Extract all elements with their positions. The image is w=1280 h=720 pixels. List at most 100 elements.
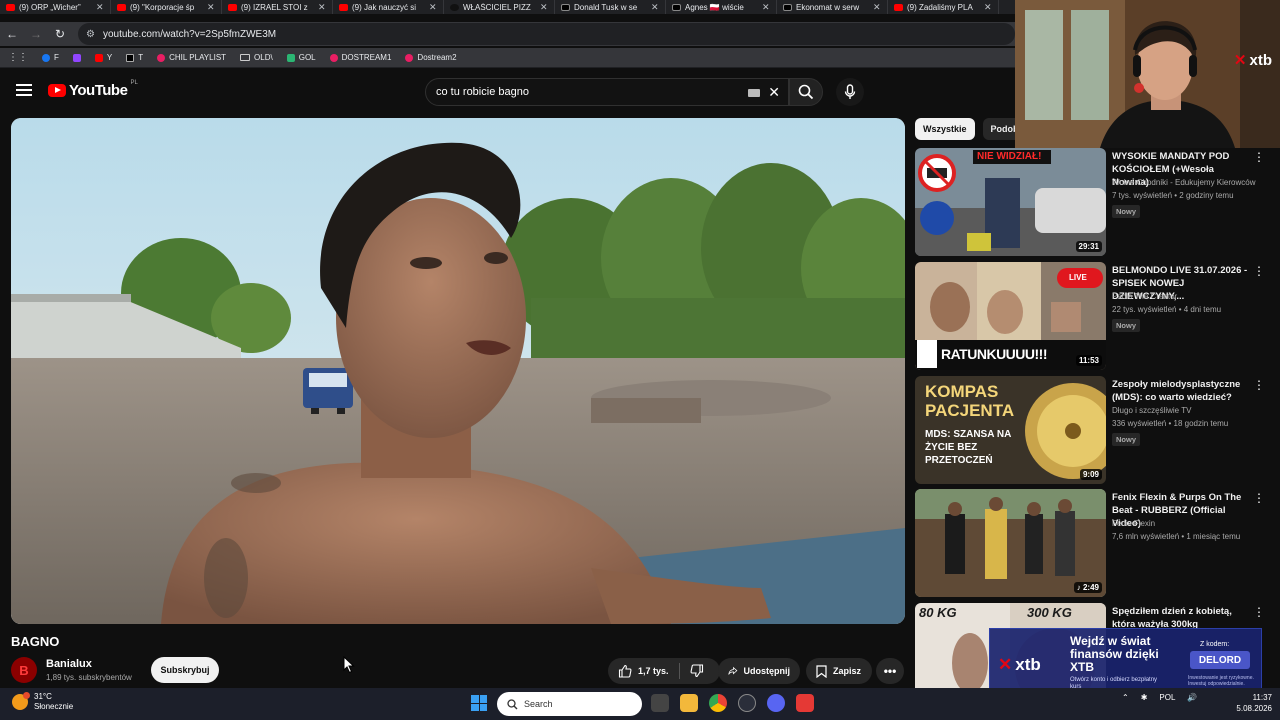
bookmark-dostream2[interactable]: Dostream2 (405, 53, 457, 62)
youtube-icon (894, 3, 903, 11)
tab-title: (9) "Korporacje śp (130, 2, 195, 12)
keyboard-icon[interactable] (748, 89, 760, 97)
voice-search-button[interactable] (836, 78, 864, 106)
recommendation-channel[interactable]: Pablo The Creator (1112, 292, 1177, 301)
close-tab-icon[interactable]: ✕ (96, 2, 104, 13)
temperature: 31°C (34, 692, 52, 701)
recommendation-channel[interactable]: Fenix Flexin (1112, 519, 1155, 528)
bluetooth-icon[interactable]: ✱ (1141, 693, 1148, 702)
forward-icon[interactable]: → (24, 27, 48, 41)
file-explorer-icon[interactable] (680, 694, 698, 712)
bookmark-old[interactable]: OLD\ (240, 53, 273, 62)
bookmark-x[interactable]: T (126, 53, 143, 62)
browser-tab[interactable]: Agnes 🇵🇱 wiście ✕ (666, 0, 777, 14)
video-thumbnail[interactable]: KOMPAS PACJENTA MDS: SZANSA NA ŻYCIE BEZ… (915, 376, 1106, 484)
bookmark-youtube[interactable]: Y (94, 53, 112, 62)
search-input[interactable]: co tu robicie bagno ✕ (425, 78, 789, 106)
channel-name[interactable]: Banialux (46, 658, 92, 670)
task-view-icon[interactable] (651, 694, 669, 712)
recommendation-title[interactable]: Zespoły mielodysplastyczne (MDS): co war… (1112, 378, 1252, 404)
chrome-icon[interactable] (709, 694, 727, 712)
language-indicator[interactable]: POL (1159, 693, 1175, 702)
kebab-menu-icon[interactable]: ⋮ (1253, 378, 1265, 392)
search-button[interactable] (789, 78, 823, 106)
close-tab-icon[interactable]: ✕ (873, 2, 881, 13)
thumbnail-image (915, 489, 1106, 597)
kebab-menu-icon[interactable]: ⋮ (1253, 150, 1265, 164)
bookmark-chil-playlist[interactable]: CHIL PLAYLIST (157, 53, 226, 62)
thumbnail-caption: KOMPAS PACJENTA (925, 382, 1015, 420)
dislike-icon[interactable] (690, 664, 704, 678)
discord-icon[interactable] (767, 694, 785, 712)
browser-tab[interactable]: (9) IZRAEL STOI z ✕ (222, 0, 333, 14)
close-tab-icon[interactable]: ✕ (207, 2, 215, 13)
more-actions-button[interactable]: ••• (876, 658, 904, 684)
browser-tab[interactable]: (9) Jak nauczyć si ✕ (333, 0, 444, 14)
browser-tab[interactable]: WŁAŚCICIEL PIZZ ✕ (444, 0, 555, 14)
video-thumbnail[interactable]: LIVE RATUNKUUUU!!! 11:53 (915, 262, 1106, 370)
kebab-menu-icon[interactable]: ⋮ (1253, 264, 1265, 278)
youtube-icon (117, 3, 126, 11)
share-button[interactable]: Udostępnij (718, 658, 800, 684)
taskbar-search-input[interactable]: Search (497, 692, 642, 716)
kebab-menu-icon[interactable]: ⋮ (1253, 605, 1265, 619)
save-button[interactable]: Zapisz (806, 658, 872, 684)
recommendation-item[interactable]: NIE WIDZIAŁ! 29:31 WYSOKIE MANDATY POD K… (915, 148, 1275, 256)
weather-widget[interactable]: 31°C Słonecznie (12, 692, 73, 712)
browser-tab[interactable]: (9) "Korporacje śp ✕ (111, 0, 222, 14)
volume-icon[interactable]: 🔊 (1187, 693, 1197, 702)
kebab-menu-icon[interactable]: ⋮ (1253, 491, 1265, 505)
url-field[interactable]: ⚙ youtube.com/watch?v=2Sp5fmZWE3M (78, 23, 1015, 45)
site-info-icon[interactable]: ⚙ (86, 29, 95, 40)
bookmark-gol[interactable]: GOL (286, 53, 316, 62)
video-player[interactable] (11, 118, 905, 624)
video-thumbnail[interactable]: NIE WIDZIAŁ! 29:31 (915, 148, 1106, 256)
subscribe-button[interactable]: Subskrybuj (151, 657, 219, 683)
close-tab-icon[interactable]: ✕ (762, 2, 770, 13)
xtb-ad-logo: ✕ xtb (998, 655, 1041, 674)
bookmark-twitch[interactable] (72, 53, 81, 62)
browser-tab[interactable]: (9) Zadaliśmy PLA ✕ (888, 0, 999, 14)
live-label: LIVE (1069, 273, 1087, 282)
clock[interactable]: 11:37 5.08.2026 (1236, 692, 1272, 714)
like-icon[interactable] (618, 664, 632, 678)
bookmark-facebook[interactable]: F (42, 53, 59, 62)
like-count[interactable]: 1,7 tys. (638, 666, 669, 676)
recommendation-item[interactable]: LIVE RATUNKUUUU!!! 11:53 BELMONDO LIVE 3… (915, 262, 1275, 370)
close-tab-icon[interactable]: ✕ (651, 2, 659, 13)
settings-gear-icon[interactable] (738, 694, 756, 712)
reload-icon[interactable]: ↻ (48, 27, 72, 41)
app-red-icon[interactable] (796, 694, 814, 712)
menu-icon[interactable] (16, 84, 32, 96)
browser-tab[interactable]: Donald Tusk w se ✕ (555, 0, 666, 14)
clear-search-icon[interactable]: ✕ (768, 84, 780, 101)
ad-disclaimer: Inwestowanie jest ryzykowne. Inwestuj od… (1188, 675, 1254, 687)
youtube-icon (228, 3, 237, 11)
tab-title: Agnes 🇵🇱 wiście (685, 2, 744, 12)
windows-start-icon[interactable] (471, 695, 487, 711)
close-tab-icon[interactable]: ✕ (318, 2, 326, 13)
video-thumbnail[interactable]: ♪ 2:49 (915, 489, 1106, 597)
recommendation-channel[interactable]: Długo i szczęśliwie TV (1112, 406, 1191, 415)
recommendation-item[interactable]: ♪ 2:49 Fenix Flexin & Purps On The Beat … (915, 489, 1275, 597)
tray-chevron-icon[interactable]: ⌃ (1122, 693, 1129, 702)
close-tab-icon[interactable]: ✕ (429, 2, 437, 13)
ad-promo-code: DELORD (1190, 651, 1250, 669)
close-tab-icon[interactable]: ✕ (984, 2, 992, 13)
apps-grid-icon[interactable]: ⋮⋮ (8, 52, 28, 63)
address-bar: ← → ↻ ⚙ youtube.com/watch?v=2Sp5fmZWE3M (0, 22, 1015, 46)
recommendation-item[interactable]: KOMPAS PACJENTA MDS: SZANSA NA ŻYCIE BEZ… (915, 376, 1275, 484)
thumbnail-caption: 80 KG (919, 605, 957, 620)
chip-all[interactable]: Wszystkie (915, 118, 975, 140)
youtube-logo[interactable]: YouTube PL (48, 80, 138, 99)
back-icon[interactable]: ← (0, 27, 24, 41)
x-icon (672, 3, 681, 11)
close-tab-icon[interactable]: ✕ (540, 2, 548, 13)
recommendation-channel[interactable]: Wolne Chodniki - Edukujemy Kierowców (1112, 178, 1255, 187)
browser-tab[interactable]: (9) ORP „Wicher” ✕ (0, 0, 111, 14)
bookmark-dostream1[interactable]: DOSTREAM1 (329, 53, 391, 62)
browser-tab[interactable]: Ekonomat w serw ✕ (777, 0, 888, 14)
thumbnail-caption: NIE WIDZIAŁ! (977, 151, 1042, 162)
channel-avatar[interactable]: B (11, 657, 37, 683)
recommendation-meta: 7 tys. wyświetleń • 2 godziny temu (1112, 191, 1234, 200)
